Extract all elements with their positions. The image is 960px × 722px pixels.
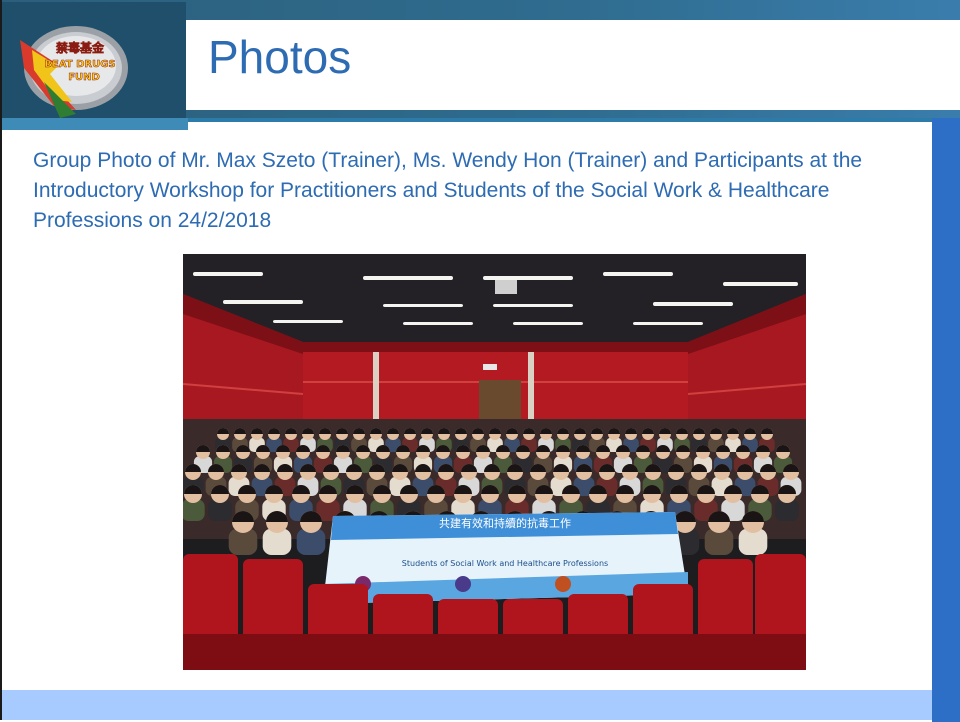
slide-right-accent-bar xyxy=(932,118,960,722)
logo-text-1: 禁毒基金 xyxy=(56,40,105,55)
beat-drugs-fund-logo: 禁毒基金 BEAT DRUGS FUND xyxy=(14,22,132,122)
photo-caption: Group Photo of Mr. Max Szeto (Trainer), … xyxy=(33,149,863,232)
banner-chinese-line: 共建有效和持續的抗毒工作 xyxy=(439,516,571,530)
logo-text-3: FUND xyxy=(68,72,100,83)
slide-border-left xyxy=(0,0,2,720)
slide-title: Photos xyxy=(208,31,352,83)
slide-footer-band xyxy=(2,690,932,720)
banner-english-line: Students of Social Work and Healthcare P… xyxy=(402,559,608,568)
group-photo: 共建有效和持續的抗毒工作 Students of Social Work and… xyxy=(183,254,806,670)
title-panel: Photos xyxy=(186,20,960,110)
logo-text-2: BEAT DRUGS xyxy=(44,59,115,70)
